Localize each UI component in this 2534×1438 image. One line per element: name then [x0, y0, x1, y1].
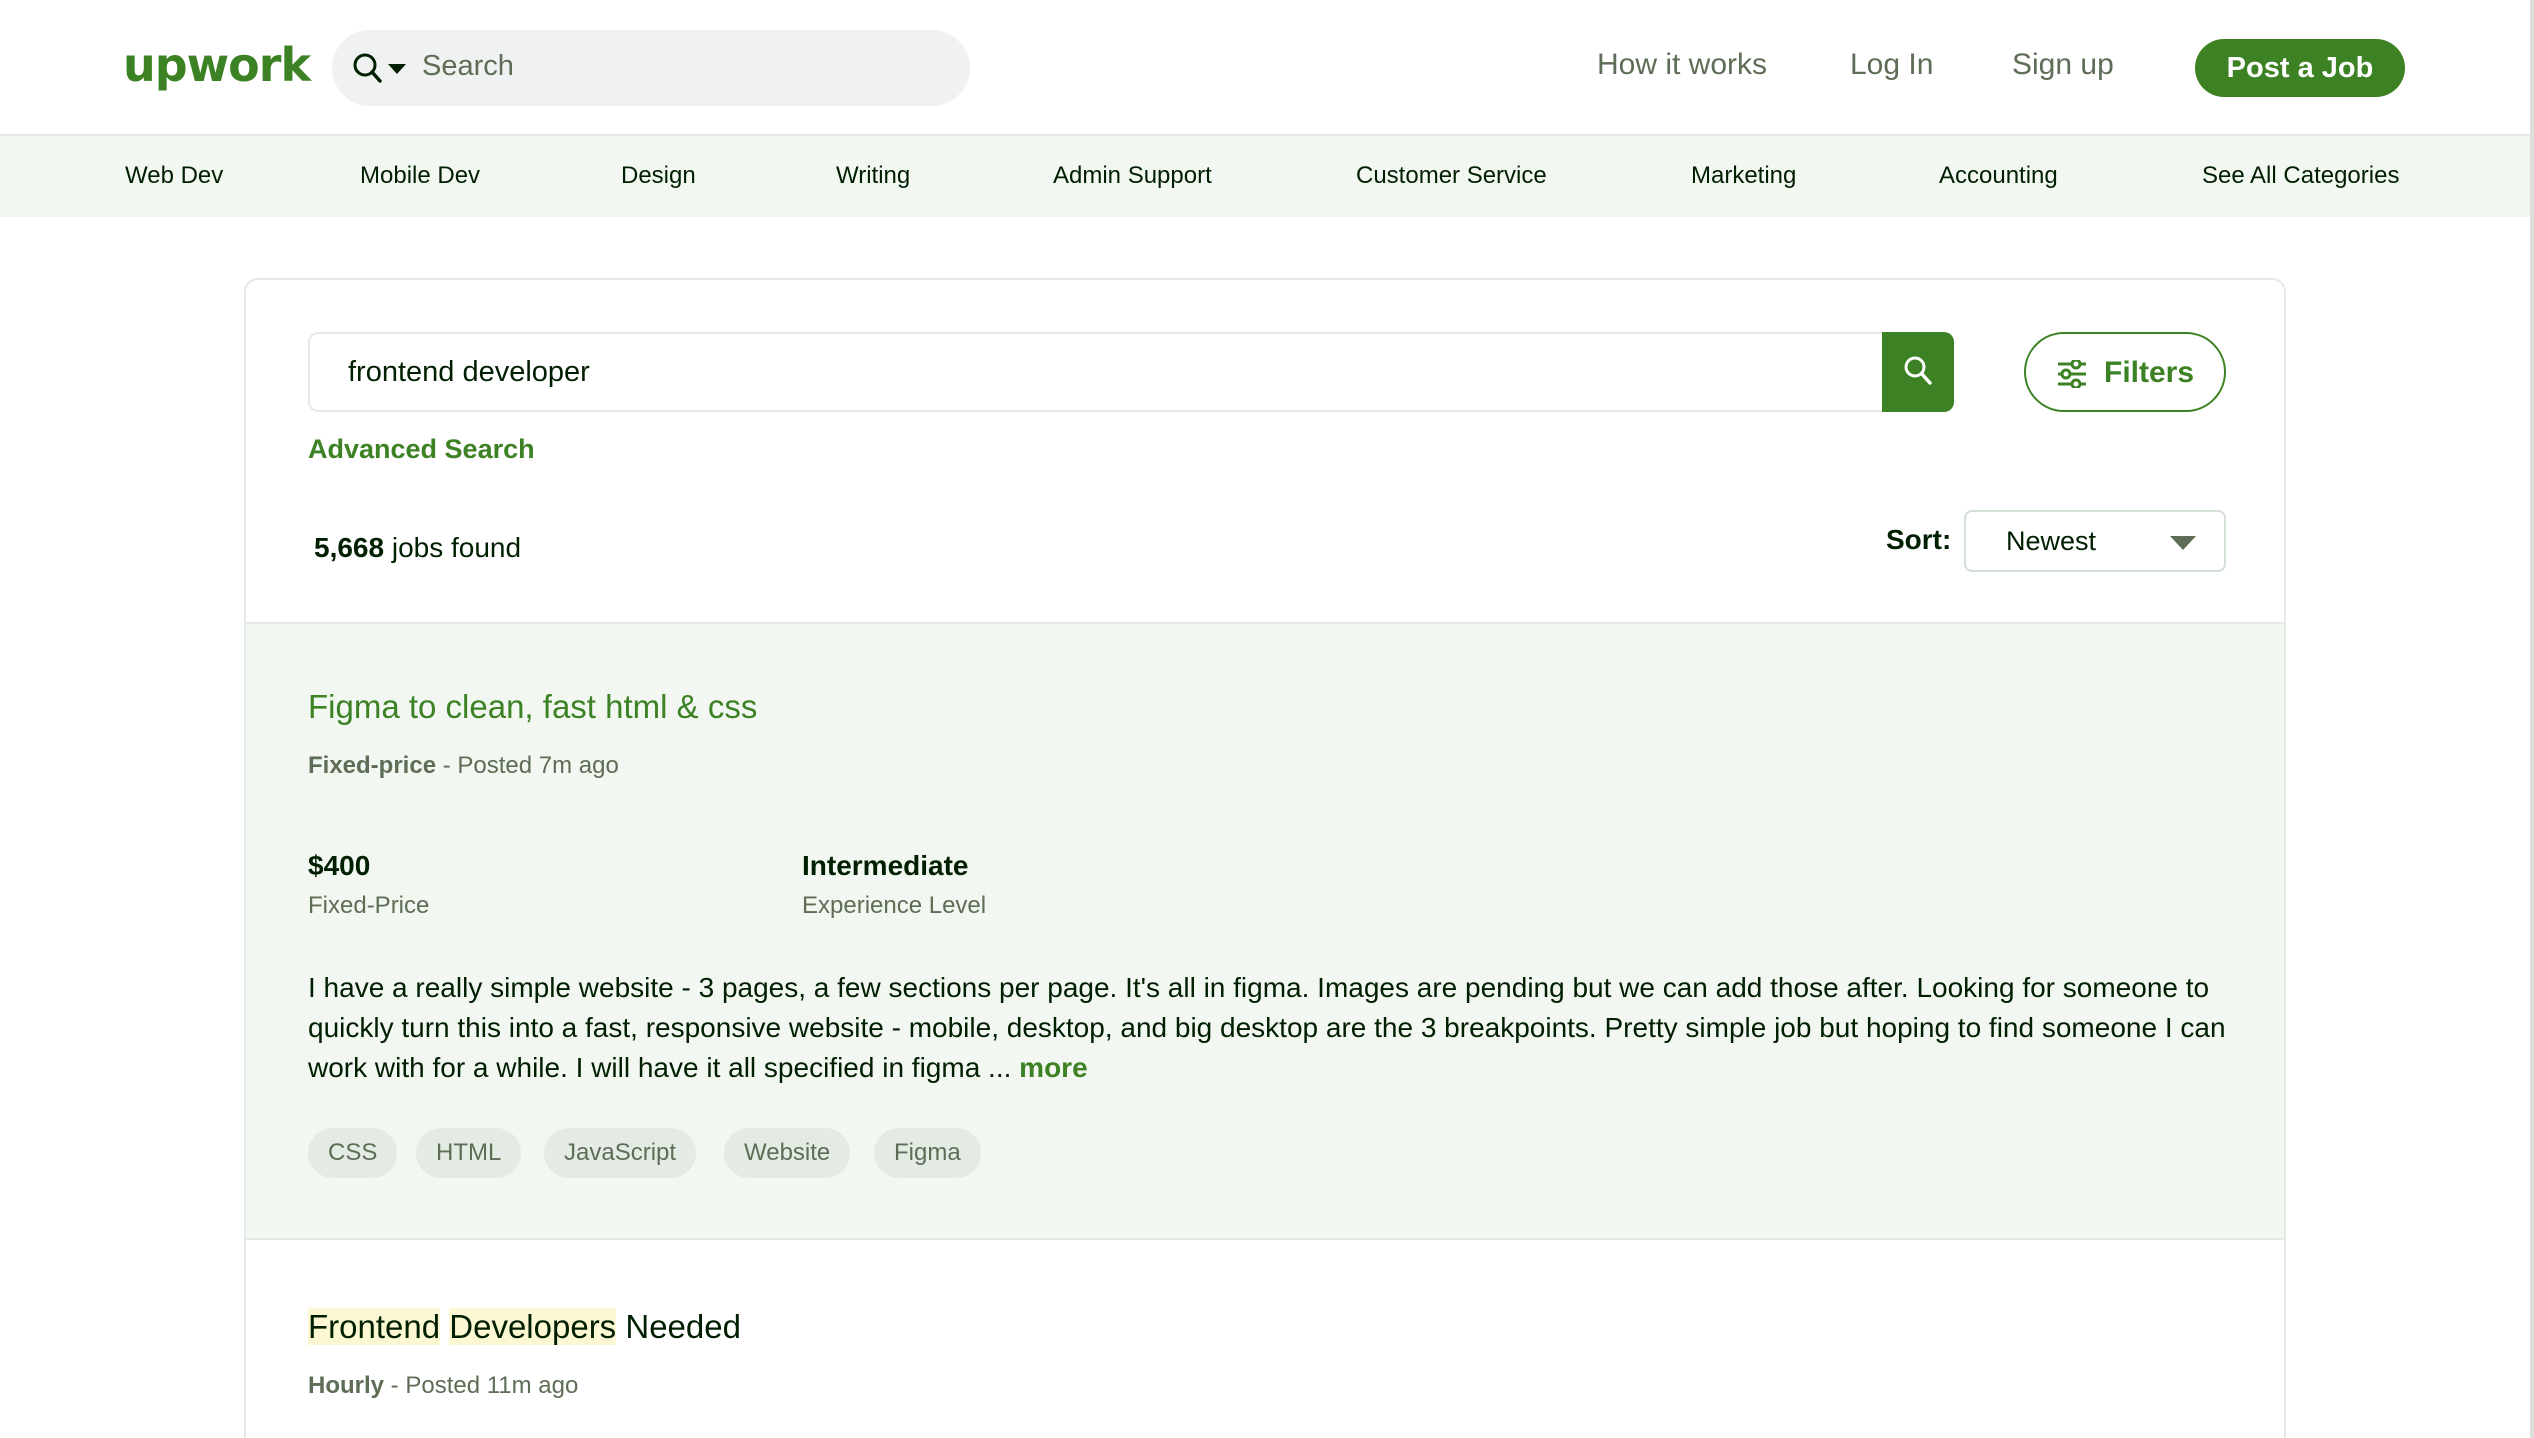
- skill-tag[interactable]: Website: [724, 1128, 851, 1178]
- job-posted-time: - Posted 11m ago: [384, 1372, 579, 1399]
- sort-label: Sort:: [1886, 524, 1952, 555]
- skill-tag[interactable]: Figma: [874, 1128, 981, 1178]
- job-title-link[interactable]: Figma to clean, fast html & css: [308, 688, 757, 726]
- category-admin-support[interactable]: Admin Support: [1053, 162, 1212, 190]
- category-design[interactable]: Design: [621, 162, 696, 190]
- search-icon[interactable]: [350, 50, 420, 86]
- category-web-dev[interactable]: Web Dev: [125, 162, 223, 190]
- how-it-works-link[interactable]: How it works: [1597, 48, 1767, 82]
- upwork-logo[interactable]: upwork: [123, 38, 311, 92]
- jobs-count-suffix: jobs found: [384, 532, 522, 563]
- category-mobile-dev[interactable]: Mobile Dev: [360, 162, 480, 190]
- job-type: Hourly: [308, 1372, 385, 1399]
- job-search-input[interactable]: frontend developer: [308, 332, 1884, 412]
- category-accounting[interactable]: Accounting: [1939, 162, 2058, 190]
- keyword-highlight: Developers: [449, 1308, 617, 1345]
- job-search-query[interactable]: frontend developer: [348, 356, 590, 389]
- job-search-results-card: frontend developer Filters Advanced Sear…: [244, 278, 2286, 1438]
- advanced-search-link[interactable]: Advanced Search: [308, 434, 535, 465]
- job-budget-label: Fixed-Price: [308, 892, 430, 919]
- job-title-link[interactable]: Frontend Developers Needed: [308, 1308, 741, 1346]
- sliders-icon: [2058, 360, 2086, 388]
- skill-tag[interactable]: CSS: [308, 1128, 398, 1178]
- header-search[interactable]: Search: [332, 30, 970, 106]
- post-a-job-button[interactable]: Post a Job: [2195, 39, 2405, 97]
- category-writing[interactable]: Writing: [836, 162, 910, 190]
- skill-tag[interactable]: JavaScript: [544, 1128, 697, 1178]
- job-type: Fixed-price: [308, 752, 437, 779]
- category-see-all[interactable]: See All Categories: [2202, 162, 2399, 190]
- search-icon: [1904, 356, 1932, 385]
- job-title-rest: Needed: [625, 1308, 741, 1345]
- divider: [246, 1238, 2284, 1240]
- top-header: upwork Search How it works Log In Sign u…: [0, 0, 2534, 136]
- job-description: I have a really simple website - 3 pages…: [308, 968, 2228, 1088]
- job-meta: Fixed-price - Posted 7m ago: [308, 752, 619, 780]
- sort-select[interactable]: Newest: [1964, 510, 2226, 572]
- category-marketing[interactable]: Marketing: [1691, 162, 1796, 190]
- job-posted-time: - Posted 7m ago: [436, 752, 619, 779]
- category-nav: Web Dev Mobile Dev Design Writing Admin …: [0, 136, 2534, 217]
- more-link[interactable]: more: [1019, 1052, 1087, 1083]
- job-budget: $400: [308, 850, 371, 881]
- chevron-down-icon: [2170, 536, 2196, 550]
- job-description-text: I have a really simple website - 3 pages…: [308, 972, 2226, 1083]
- skill-tag[interactable]: HTML: [416, 1128, 522, 1178]
- job-search-button[interactable]: [1882, 332, 1954, 412]
- job-experience-label: Experience Level: [802, 892, 987, 919]
- filters-button[interactable]: Filters: [2024, 332, 2226, 412]
- header-search-placeholder: Search: [422, 50, 514, 82]
- job-experience-level: Intermediate: [802, 850, 969, 881]
- page-scrollbar[interactable]: [2530, 0, 2534, 1438]
- job-meta: Hourly - Posted 11m ago: [308, 1372, 578, 1400]
- keyword-highlight: Frontend: [308, 1308, 441, 1345]
- filters-label: Filters: [2104, 356, 2195, 389]
- log-in-link[interactable]: Log In: [1850, 48, 1933, 82]
- sort-selected-value: Newest: [2006, 526, 2097, 556]
- jobs-count-number: 5,668: [314, 532, 385, 563]
- jobs-found-count: 5,668 jobs found: [314, 532, 521, 564]
- category-customer-service[interactable]: Customer Service: [1356, 162, 1547, 190]
- job-tile[interactable]: Figma to clean, fast html & css Fixed-pr…: [246, 624, 2284, 1240]
- sign-up-link[interactable]: Sign up: [2012, 48, 2114, 82]
